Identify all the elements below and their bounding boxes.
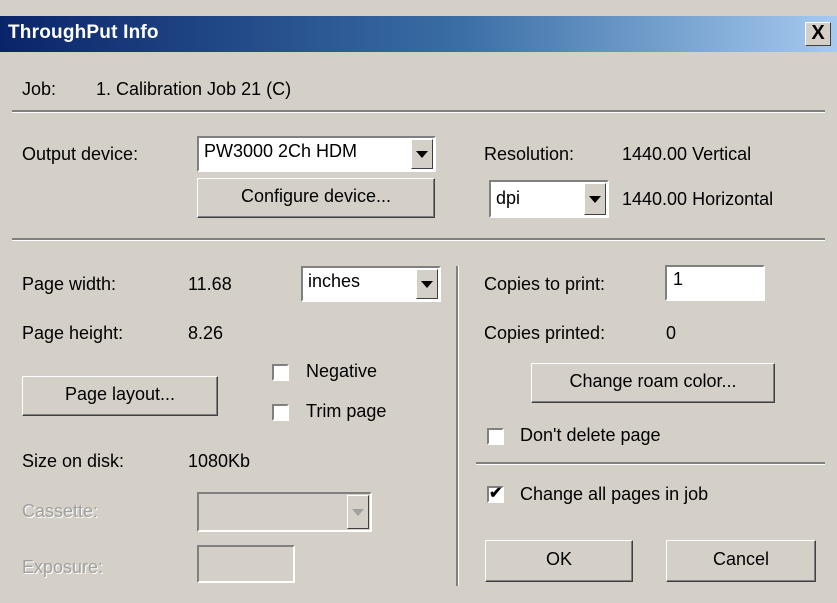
chevron-down-icon[interactable] bbox=[584, 183, 606, 215]
copies-to-print-input[interactable]: 1 bbox=[665, 265, 765, 301]
page-width-label: Page width: bbox=[22, 274, 117, 294]
throughput-info-dialog: ThroughPut Info X Job: 1. Calibration Jo… bbox=[0, 0, 837, 603]
job-value: 1. Calibration Job 21 (C) bbox=[96, 79, 292, 99]
negative-label[interactable]: Negative bbox=[306, 360, 377, 382]
dont-delete-page-label[interactable]: Don't delete page bbox=[520, 424, 661, 446]
exposure-label: Exposure: bbox=[22, 557, 104, 577]
separator-top bbox=[12, 110, 825, 113]
cassette-label: Cassette: bbox=[22, 501, 99, 521]
page-width-value: 11.68 bbox=[188, 274, 232, 294]
dont-delete-page-checkbox[interactable] bbox=[487, 428, 504, 445]
resolution-unit-select[interactable]: dpi bbox=[489, 180, 609, 218]
resolution-vertical: 1440.00 Vertical bbox=[622, 144, 752, 164]
negative-checkbox[interactable] bbox=[272, 364, 289, 381]
page-layout-button[interactable]: Page layout... bbox=[22, 376, 218, 416]
copies-printed-value: 0 bbox=[666, 323, 677, 343]
page-layout-label: Page layout... bbox=[64, 384, 176, 404]
output-device-label: Output device: bbox=[22, 144, 139, 164]
trim-page-checkbox[interactable] bbox=[272, 404, 289, 421]
output-device-select[interactable]: PW3000 2Ch HDM bbox=[197, 136, 436, 172]
configure-device-button[interactable]: Configure device... bbox=[197, 178, 435, 218]
resolution-label: Resolution: bbox=[484, 144, 575, 164]
ok-label: OK bbox=[545, 549, 572, 569]
cassette-select[interactable] bbox=[197, 492, 372, 532]
page-unit-value: inches bbox=[308, 271, 361, 291]
separator-right bbox=[476, 462, 825, 465]
page-height-label: Page height: bbox=[22, 323, 124, 343]
change-roam-color-label: Change roam color... bbox=[569, 371, 737, 391]
change-all-pages-checkbox[interactable]: ✔ bbox=[487, 485, 504, 503]
page-height-value: 8.26 bbox=[188, 323, 224, 343]
close-button[interactable]: X bbox=[805, 22, 831, 46]
separator-middle bbox=[12, 238, 825, 241]
close-icon: X bbox=[811, 22, 825, 44]
page-unit-select[interactable]: inches bbox=[301, 266, 441, 302]
title-bar[interactable]: ThroughPut Info X bbox=[0, 16, 837, 52]
change-roam-color-button[interactable]: Change roam color... bbox=[531, 363, 775, 403]
cancel-button[interactable]: Cancel bbox=[666, 540, 816, 582]
chevron-down-icon[interactable] bbox=[347, 495, 369, 529]
cancel-label: Cancel bbox=[712, 549, 770, 569]
separator-vertical bbox=[456, 266, 459, 586]
copies-to-print-value: 1 bbox=[673, 269, 684, 289]
size-on-disk-label: Size on disk: bbox=[22, 451, 125, 471]
configure-device-label: Configure device... bbox=[240, 186, 392, 206]
dialog-title: ThroughPut Info bbox=[8, 22, 159, 43]
copies-printed-label: Copies printed: bbox=[484, 323, 606, 343]
resolution-unit-value: dpi bbox=[496, 188, 521, 208]
chevron-down-icon[interactable] bbox=[416, 269, 438, 299]
trim-page-label[interactable]: Trim page bbox=[306, 400, 386, 422]
ok-button[interactable]: OK bbox=[485, 540, 633, 582]
exposure-input[interactable] bbox=[197, 545, 295, 583]
size-on-disk-value: 1080Kb bbox=[188, 451, 251, 471]
output-device-value: PW3000 2Ch HDM bbox=[204, 141, 358, 161]
checkmark-icon: ✔ bbox=[489, 485, 503, 502]
job-label: Job: bbox=[22, 79, 57, 99]
resolution-horizontal: 1440.00 Horizontal bbox=[622, 189, 774, 209]
change-all-pages-label[interactable]: Change all pages in job bbox=[520, 483, 708, 505]
copies-to-print-label: Copies to print: bbox=[484, 274, 606, 294]
chevron-down-icon[interactable] bbox=[411, 139, 433, 169]
